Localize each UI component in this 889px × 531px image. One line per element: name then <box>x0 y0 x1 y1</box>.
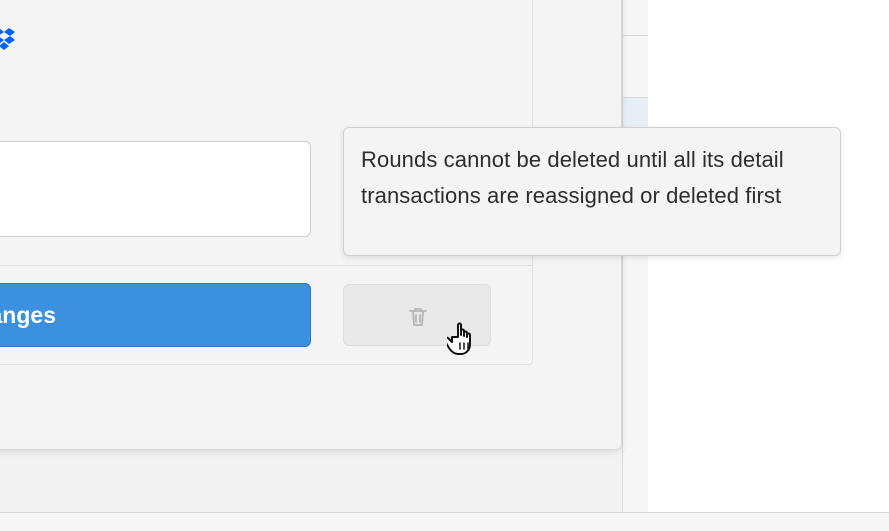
trash-icon <box>409 308 427 326</box>
selected-list-row-edge <box>623 98 648 128</box>
list-divider <box>623 35 648 36</box>
tooltip-text: Rounds cannot be deleted until all its d… <box>361 147 784 208</box>
section-divider <box>0 265 533 266</box>
round-name-input[interactable] <box>0 141 311 237</box>
save-changes-button[interactable]: Save Changes <box>0 283 311 347</box>
screen: Save Changes Rounds cannot be deleted un… <box>0 0 889 531</box>
dropbox-icon <box>0 28 15 50</box>
background-footer <box>0 512 889 531</box>
hand-pointer-icon <box>447 322 471 355</box>
background-side-list <box>622 0 648 531</box>
delete-disabled-tooltip: Rounds cannot be deleted until all its d… <box>343 127 841 256</box>
